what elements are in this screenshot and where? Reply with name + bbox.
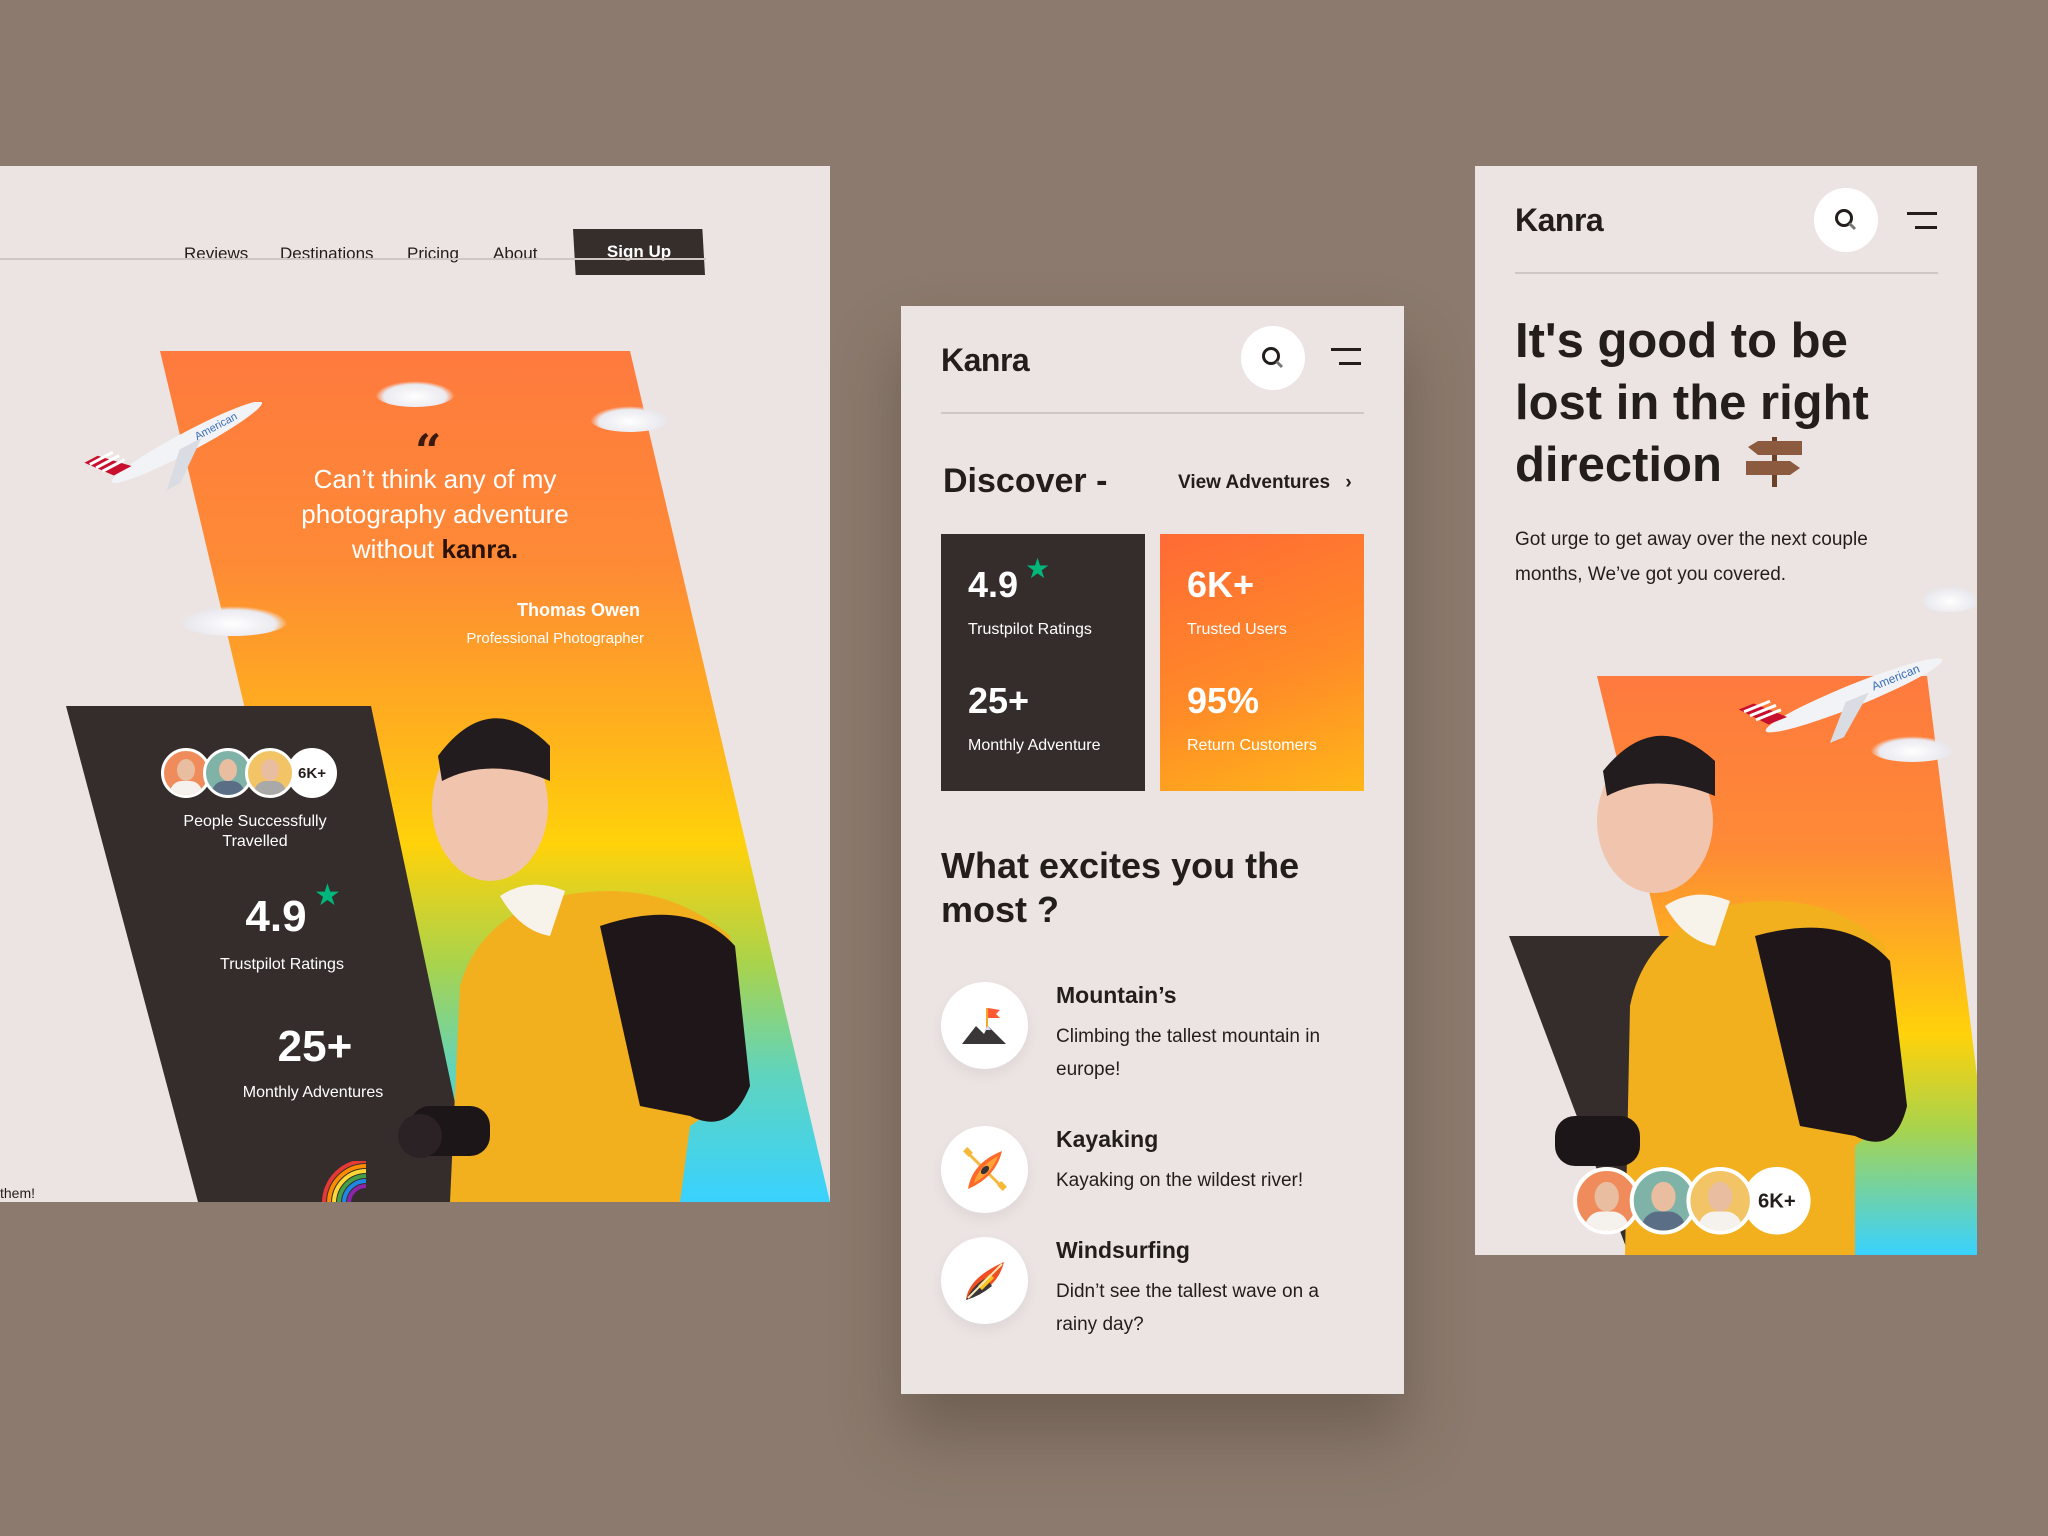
stats-card-dark: 4.9 ★ Trustpilot Ratings 25+ Monthly Adv… [941, 534, 1145, 791]
kanra-logo[interactable]: Kanra [1515, 202, 1604, 239]
partial-text: them! [0, 1185, 36, 1201]
stat-label: Return Customers [1187, 737, 1317, 754]
hero-subtitle: Got urge to get away over the next coupl… [1515, 529, 1868, 585]
travelled-label: People Successfully Travelled [183, 813, 327, 850]
stat-value: 25+ [968, 680, 1030, 721]
stat-value: 6K+ [1187, 564, 1255, 605]
activity-item[interactable]: Kayaking Kayaking on the wildest river! [941, 1126, 1381, 1226]
stat-value: 95% [1187, 680, 1260, 721]
quote-brand: kanra. [441, 534, 519, 564]
activity-title: Kayaking [1056, 1126, 1159, 1152]
traveller-avatars: 6K+ [161, 748, 337, 798]
stat-label: Trusted Users [1187, 621, 1287, 638]
activity-description: Climbing the tallest mountain in europe! [1056, 1026, 1321, 1080]
traveller-photo [398, 718, 750, 1202]
search-button[interactable] [1241, 326, 1305, 390]
view-adventures-link[interactable]: View Adventures › [1178, 472, 1352, 494]
quote-text: Can’t think any of my photography advent… [301, 464, 569, 564]
top-navigation: Reviews Destinations Pricing About Sign … [0, 204, 706, 275]
nav-divider [0, 258, 706, 260]
rating-label: Trustpilot Ratings [220, 956, 344, 973]
cloud-image [590, 406, 670, 432]
view-adventures-label: View Adventures [1178, 472, 1331, 493]
adventures-label: Monthly Adventures [242, 1084, 384, 1101]
hero-title-text: It's good to be lost in the right direct… [1515, 314, 1869, 492]
menu-button[interactable] [1331, 348, 1361, 368]
hero-title: It's good to be lost in the right direct… [1515, 310, 1945, 496]
menu-icon-bar [1915, 226, 1937, 229]
activity-description: Didn’t see the tallest wave on a rainy d… [1056, 1281, 1319, 1335]
header-divider [941, 412, 1364, 414]
discover-title: Discover - [943, 462, 1108, 500]
chevron-right-icon: › [1345, 472, 1352, 493]
testimonial-author: Thomas Owen [516, 600, 640, 620]
activity-title: Windsurfing [1056, 1237, 1190, 1263]
stat-label: Monthly Adventure [968, 737, 1101, 754]
excites-title: What excites you the most ? [941, 845, 1300, 930]
trustpilot-star-icon: ★ [1025, 553, 1051, 584]
stat-label: Trustpilot Ratings [968, 621, 1092, 638]
kayak-icon [962, 1146, 1007, 1191]
cloud-image [178, 606, 288, 636]
rainbow-icon [322, 1161, 366, 1202]
traveller-avatars: 6K+ [1573, 1167, 1811, 1235]
testimonial-author-role: Professional Photographer [466, 630, 644, 647]
airplane-image: American [84, 402, 263, 491]
menu-button[interactable] [1907, 212, 1937, 232]
testimonial-quote: Can’t think any of my photography advent… [270, 462, 600, 567]
mountain-flag-icon [961, 1007, 1006, 1044]
cloud-image [375, 381, 455, 407]
nav-link-destinations[interactable]: Destinations [280, 244, 374, 264]
surfboard-icon [965, 1261, 1004, 1300]
mobile-hero-panel: Kanra It's good to be lost in the right … [1475, 166, 1977, 1255]
header-divider [1515, 272, 1938, 274]
nav-link-reviews[interactable]: Reviews [184, 244, 248, 264]
activity-title: Mountain’s [1056, 982, 1177, 1008]
activity-description: Kayaking on the wildest river! [1056, 1170, 1304, 1191]
stats-card-orange: 6K+ Trusted Users 95% Return Customers [1160, 534, 1364, 791]
cloud-image [1920, 586, 1977, 612]
adventures-value: 25+ [277, 1022, 353, 1071]
stat-value: 4.9 [968, 564, 1019, 605]
search-icon [1262, 347, 1284, 369]
kanra-logo[interactable]: Kanra [941, 342, 1030, 379]
avatar [245, 748, 295, 798]
signpost-icon [1745, 437, 1802, 487]
nav-link-pricing[interactable]: Pricing [407, 244, 459, 264]
activity-item[interactable]: Windsurfing Didn’t see the tallest wave … [941, 1237, 1381, 1337]
activity-item[interactable]: Mountain’s Climbing the tallest mountain… [941, 982, 1381, 1082]
sign-up-button[interactable]: Sign Up [573, 229, 705, 275]
trustpilot-star-icon: ★ [314, 879, 341, 912]
nav-link-about[interactable]: About [493, 244, 537, 264]
rating-value: 4.9 [245, 892, 307, 941]
search-icon [1835, 209, 1857, 231]
avatar [1686, 1167, 1754, 1235]
search-button[interactable] [1814, 188, 1878, 252]
mobile-discover-panel: Kanra Discover - View Adventures › 4.9 ★… [901, 306, 1404, 1394]
menu-icon-bar [1907, 212, 1937, 215]
desktop-landing-panel: Reviews Destinations Pricing About Sign … [0, 166, 830, 1202]
menu-icon-bar [1339, 362, 1361, 365]
menu-icon-bar [1331, 348, 1361, 351]
